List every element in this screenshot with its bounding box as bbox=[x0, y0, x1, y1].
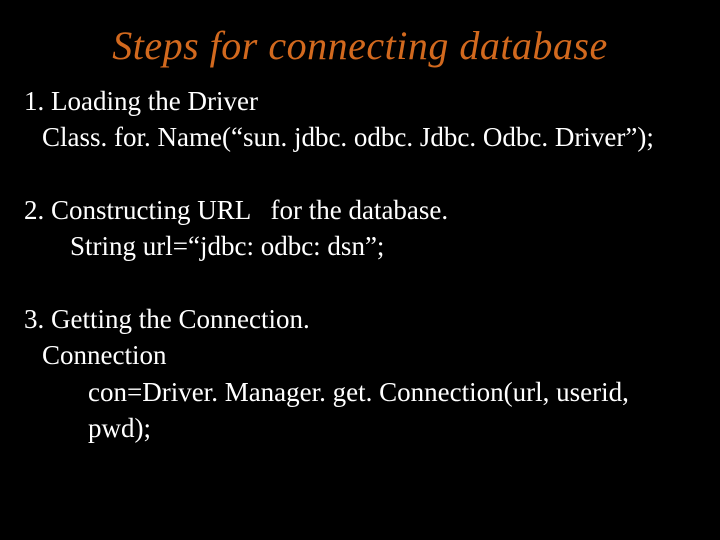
step-1-heading: 1. Loading the Driver bbox=[24, 83, 696, 119]
spacer bbox=[24, 265, 696, 301]
step-2-heading: 2. Constructing URL for the database. bbox=[24, 192, 696, 228]
step-3-code-line-2: con=Driver. Manager. get. Connection(url… bbox=[24, 374, 696, 447]
step-2-code: String url=“jdbc: odbc: dsn”; bbox=[24, 228, 696, 264]
slide: Steps for connecting database 1. Loading… bbox=[0, 0, 720, 540]
spacer bbox=[24, 156, 696, 192]
slide-title: Steps for connecting database bbox=[24, 22, 696, 69]
step-3-heading: 3. Getting the Connection. bbox=[24, 301, 696, 337]
step-1-code: Class. for. Name(“sun. jdbc. odbc. Jdbc.… bbox=[24, 119, 696, 155]
step-3-code-line-1: Connection bbox=[24, 337, 696, 373]
